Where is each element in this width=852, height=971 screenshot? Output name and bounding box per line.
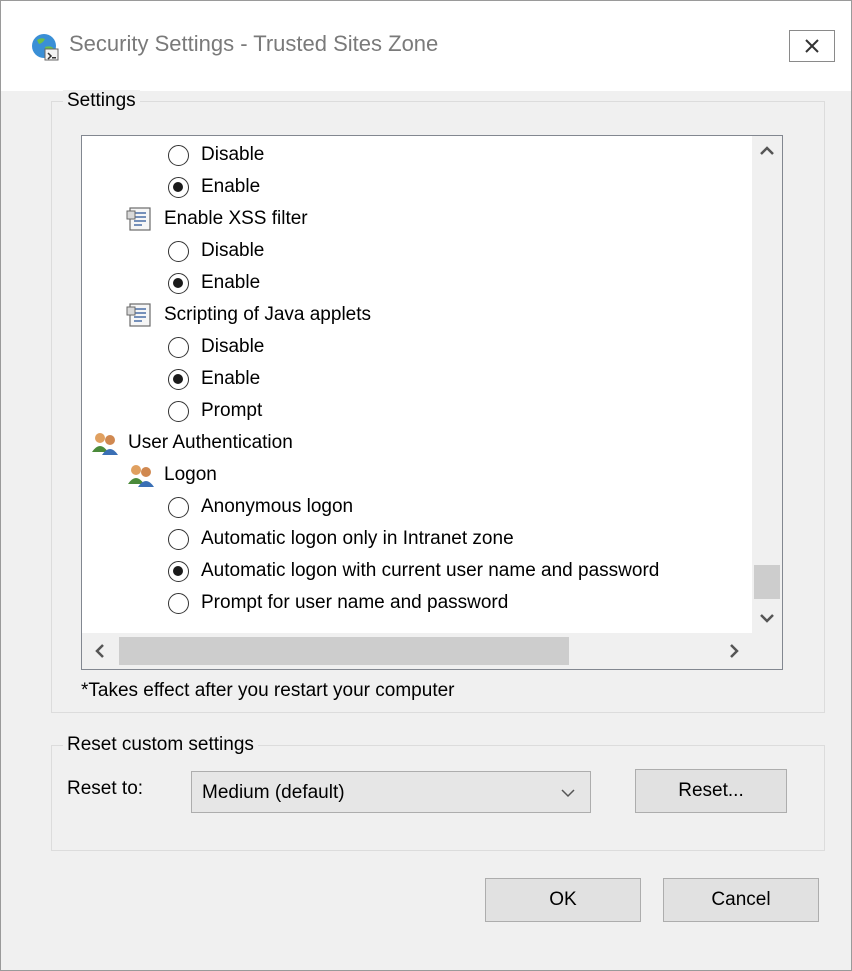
tree-row-label: Enable (201, 368, 261, 389)
radio-button[interactable] (168, 336, 189, 358)
scroll-left-arrow-icon[interactable] (82, 633, 118, 669)
horizontal-scrollbar[interactable] (82, 633, 752, 669)
horizontal-scroll-thumb[interactable] (119, 637, 569, 665)
radio-option[interactable]: Prompt for user name and password (168, 588, 508, 618)
close-icon (805, 39, 819, 53)
tree-row-label: Prompt (201, 400, 263, 421)
radio-button[interactable] (168, 144, 189, 166)
tree-row-label: Anonymous logon (201, 496, 354, 517)
scroll-down-arrow-icon[interactable] (752, 603, 782, 633)
tree-row-label: Automatic logon with current user name a… (201, 560, 660, 581)
tree-category: Scripting of Java applets (126, 300, 371, 330)
radio-option[interactable]: Enable (168, 172, 260, 202)
tree-row-label: Enable XSS filter (164, 208, 308, 229)
internet-globe-icon (32, 34, 59, 61)
tree-category: User Authentication (90, 428, 293, 458)
chevron-down-icon (561, 789, 575, 798)
radio-option[interactable]: Automatic logon with current user name a… (168, 556, 659, 586)
radio-button[interactable] (168, 240, 189, 262)
reset-to-label: Reset to: (67, 778, 144, 799)
radio-option[interactable]: Enable (168, 268, 260, 298)
tree-row-label: Enable (201, 272, 261, 293)
radio-option[interactable]: Enable (168, 364, 260, 394)
radio-option[interactable]: Automatic logon only in Intranet zone (168, 524, 514, 554)
radio-option[interactable]: Disable (168, 332, 264, 362)
radio-option[interactable]: Anonymous logon (168, 492, 353, 522)
vertical-scroll-thumb[interactable] (754, 565, 780, 599)
scroll-right-arrow-icon[interactable] (716, 633, 752, 669)
tree-row-label: Disable (201, 144, 265, 165)
close-button[interactable] (789, 30, 835, 62)
vertical-scrollbar[interactable] (752, 136, 782, 633)
radio-option[interactable]: Disable (168, 236, 264, 266)
tree-row-label: Disable (201, 240, 265, 261)
users-icon (90, 430, 120, 456)
scroll-up-arrow-icon[interactable] (752, 136, 782, 166)
radio-button[interactable] (168, 400, 189, 422)
security-settings-dialog: Security Settings - Trusted Sites Zone S… (0, 0, 852, 971)
tree-category: Enable XSS filter (126, 204, 308, 234)
settings-group-label: Settings (63, 90, 140, 112)
reset-group-label: Reset custom settings (63, 734, 258, 756)
tree-row-label: Enable (201, 176, 261, 197)
scrollbar-corner (752, 633, 782, 669)
tree-row-label: Scripting of Java applets (164, 304, 372, 325)
title-bar: Security Settings - Trusted Sites Zone (1, 1, 851, 91)
document-settings-icon (126, 206, 156, 232)
radio-button-checked[interactable] (168, 560, 189, 582)
radio-button[interactable] (168, 528, 189, 550)
radio-button-checked[interactable] (168, 272, 189, 294)
tree-category: Logon (126, 460, 217, 490)
tree-row-label: Disable (201, 336, 265, 357)
reset-level-value: Medium (default) (202, 782, 345, 803)
radio-button-checked[interactable] (168, 176, 189, 198)
radio-button[interactable] (168, 496, 189, 518)
reset-level-select[interactable]: Medium (default) (191, 771, 591, 813)
tree-row-label: Prompt for user name and password (201, 592, 509, 613)
users-icon (126, 462, 156, 488)
cancel-button[interactable]: Cancel (663, 878, 819, 922)
radio-button[interactable] (168, 592, 189, 614)
document-settings-icon (126, 302, 156, 328)
radio-button-checked[interactable] (168, 368, 189, 390)
settings-tree[interactable]: Disable Enable Enable XSS filter Disable Ena… (81, 135, 783, 670)
tree-row-label: Automatic logon only in Intranet zone (201, 528, 514, 549)
restart-note: *Takes effect after you restart your com… (81, 680, 455, 701)
tree-row-label: User Authentication (128, 432, 293, 453)
reset-button[interactable]: Reset... (635, 769, 787, 813)
tree-row-label: Logon (164, 464, 217, 485)
ok-button[interactable]: OK (485, 878, 641, 922)
radio-option[interactable]: Prompt (168, 396, 262, 426)
window-title: Security Settings - Trusted Sites Zone (69, 31, 439, 56)
radio-option[interactable]: Disable (168, 140, 264, 170)
